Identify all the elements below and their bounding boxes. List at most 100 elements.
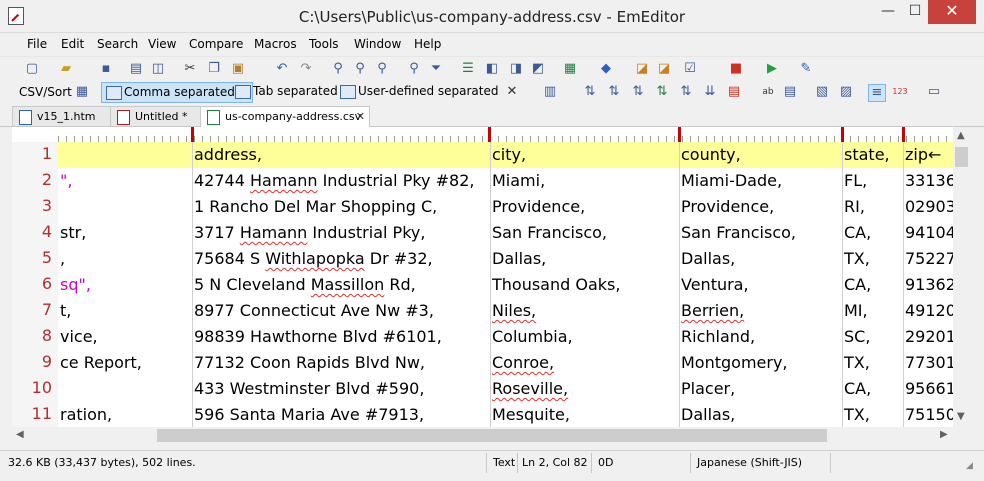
cell[interactable]: 1 Rancho Del Mar Shopping C, [194,196,490,220]
cell[interactable]: 3717 Hamann Industrial Pky, [194,222,490,246]
scroll-up-icon[interactable]: ▲ [957,130,965,141]
paste-icon[interactable]: ▣ [230,61,246,77]
cell[interactable]: Roseville, [492,378,678,402]
horizontal-scroll-thumb[interactable] [157,429,827,442]
cell[interactable]: TX, [844,404,902,427]
cell[interactable] [60,378,190,402]
split-horizontal-icon[interactable]: ◧ [484,61,500,77]
cell[interactable]: 49120 [905,300,953,324]
close-window-button[interactable]: ✕ [928,0,976,24]
vertical-scrollbar[interactable]: ▲ ▼ [953,127,970,427]
sort-length-descending-icon[interactable]: ⇊ [702,84,718,100]
cell[interactable]: 75150 [905,404,953,427]
undo-icon[interactable]: ↶ [274,61,290,77]
column-numbers-icon[interactable]: 123 [892,84,908,100]
cell[interactable]: 433 Westminster Blvd #590, [194,378,490,402]
split-view-icon[interactable]: ☰ [460,61,476,77]
cell[interactable]: ce Report, [60,352,190,376]
filter-icon[interactable]: ⏷ [428,61,444,77]
cut-icon[interactable]: ✂ [182,61,198,77]
cell[interactable]: Dallas, [492,248,678,272]
encoding-status[interactable]: Japanese (Shift-JIS) [697,456,802,469]
outline-icon[interactable]: ◪ [634,61,650,77]
redo-icon[interactable]: ↷ [298,61,314,77]
cell[interactable]: Providence, [681,196,841,220]
cell[interactable]: RI, [844,196,902,220]
cell[interactable]: 8977 Connecticut Ave Nw #3, [194,300,490,324]
cell[interactable]: Richland, [681,326,841,350]
tab-v15-1-htm[interactable]: v15_1.htm [12,106,114,126]
cell[interactable]: Dallas, [681,404,841,427]
new-file-icon[interactable]: ▢ [24,61,40,77]
cell[interactable]: Conroe, [492,352,678,376]
cell[interactable]: San Francisco, [492,222,678,246]
cell[interactable]: TX, [844,248,902,272]
horizontal-scrollbar[interactable]: ◀ ▶ [12,427,953,444]
cell[interactable]: Dallas, [681,248,841,272]
cell[interactable]: 02903 [905,196,953,220]
check-list-icon[interactable]: ☑ [682,61,698,77]
cell[interactable]: 77301 [905,352,953,376]
cell[interactable]: 596 Santa Maria Ave #7913, [194,404,490,427]
menu-window[interactable]: Window [354,37,401,51]
cell[interactable]: FL, [844,170,902,194]
menu-search[interactable]: Search [97,37,138,51]
cell[interactable]: , [60,248,190,272]
cell[interactable]: Montgomery, [681,352,841,376]
run-macro-icon[interactable]: ▶ [764,61,780,77]
cell[interactable]: Mesquite, [492,404,678,427]
scroll-down-icon[interactable]: ▼ [957,411,965,422]
cell[interactable]: TX, [844,352,902,376]
menu-macros[interactable]: Macros [254,37,297,51]
cell[interactable]: ration, [60,404,190,427]
cell[interactable]: Berrien, [681,300,841,324]
print-preview-icon[interactable]: ◫ [150,61,166,77]
wrap-icon[interactable]: ✕ [504,84,520,100]
sort-descending-icon[interactable]: ⇅ [606,84,622,100]
cell[interactable]: ", [60,170,190,194]
cell[interactable]: 29201 [905,326,953,350]
sort-number-descending-icon[interactable]: ⇅ [678,84,694,100]
headings-icon[interactable]: ▤ [782,84,798,100]
tools-icon[interactable]: ✎ [798,61,814,77]
cursor-position-status[interactable]: Ln 2, Col 82 [522,456,588,469]
cell[interactable]: county, [681,144,841,168]
scroll-right-icon[interactable]: ▶ [940,429,948,440]
cell[interactable]: MI, [844,300,902,324]
cell[interactable]: CA, [844,378,902,402]
cell[interactable]: 33136 [905,170,953,194]
minimize-button[interactable]: — [874,0,902,24]
cell[interactable]: Miami-Dade, [681,170,841,194]
cell[interactable]: city, [492,144,678,168]
clipboard-icon[interactable]: ▦ [562,61,578,77]
split-vertical-icon[interactable]: ◨ [508,61,524,77]
find-next-icon[interactable]: ⚲ [352,61,368,77]
cell[interactable]: 77132 Coon Rapids Blvd Nw, [194,352,490,376]
cell[interactable]: zip← [905,144,953,168]
cell[interactable]: Niles, [492,300,678,324]
cell[interactable] [60,196,190,220]
tab-us-company-address-csv[interactable]: us-company-address.csv ✕ [200,106,370,127]
csv-editor[interactable]: address, city, county, state, zip← ", 42… [58,142,953,427]
find-icon[interactable]: ⚲ [330,61,346,77]
scroll-left-icon[interactable]: ◀ [16,429,24,440]
heading-row-icon[interactable]: ▧ [814,84,830,100]
cell[interactable]: Ventura, [681,274,841,298]
sort-number-ascending-icon[interactable]: ⇅ [654,84,670,100]
copy-icon[interactable]: ❐ [206,61,222,77]
customize-icon[interactable]: ◪ [656,61,672,77]
find-in-files-icon[interactable]: ⚲ [406,61,422,77]
open-folder-icon[interactable]: ▰ [58,61,74,77]
cell[interactable]: San Francisco, [681,222,841,246]
print-icon[interactable]: ▤ [128,61,144,77]
freeze-column-icon[interactable]: ▨ [838,84,854,100]
cell[interactable]: Placer, [681,378,841,402]
user-defined-separated-button[interactable]: User-defined separated [336,82,510,101]
cell[interactable]: 95661 [905,378,953,402]
cell[interactable]: Columbia, [492,326,678,350]
menu-view[interactable]: View [148,37,176,51]
cell[interactable]: Miami, [492,170,678,194]
menu-compare[interactable]: Compare [189,37,243,51]
markers-icon[interactable]: ◆ [598,61,614,77]
stop-macro-icon[interactable]: ■ [728,61,744,77]
